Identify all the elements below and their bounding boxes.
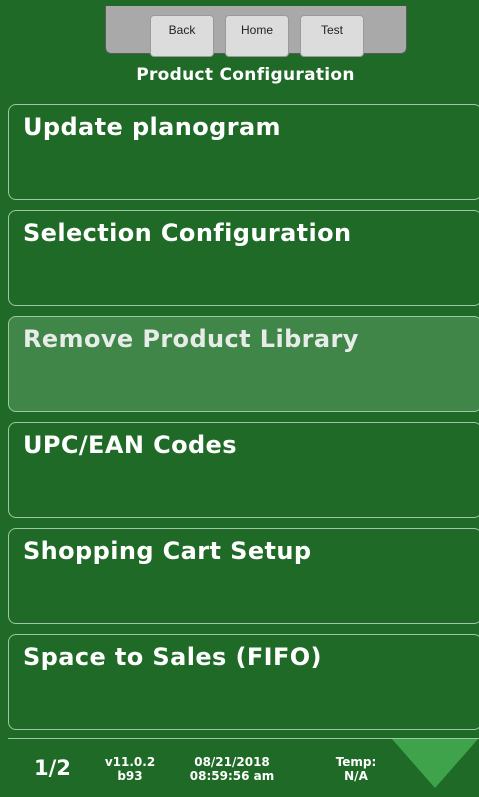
menu-item-shopping-cart-setup[interactable]: Shopping Cart Setup [8, 528, 479, 624]
menu-item-label: UPC/EAN Codes [23, 431, 237, 459]
menu-item-selection-configuration[interactable]: Selection Configuration [8, 210, 479, 306]
menu-item-label: Remove Product Library [23, 325, 359, 353]
next-page-triangle-down-icon[interactable] [392, 739, 478, 788]
page-indicator: 1/2 [34, 756, 71, 780]
version-label: v11.0.2 [104, 755, 156, 769]
status-footer: 1/2 v11.0.2 b93 08/21/2018 08:59:56 am T… [8, 738, 479, 797]
home-button[interactable]: Home [225, 15, 289, 57]
menu-item-update-planogram[interactable]: Update planogram [8, 104, 479, 200]
menu-item-label: Selection Configuration [23, 219, 352, 247]
temp-value: N/A [344, 769, 368, 783]
test-button[interactable]: Test [300, 15, 364, 57]
menu-item-label: Update planogram [23, 113, 281, 141]
menu-item-space-to-sales[interactable]: Space to Sales (FIFO) [8, 634, 479, 730]
menu-item-remove-product-library[interactable]: Remove Product Library [8, 316, 479, 412]
menu-item-upc-ean-codes[interactable]: UPC/EAN Codes [8, 422, 479, 518]
date-label: 08/21/2018 [194, 755, 270, 769]
menu-item-label: Shopping Cart Setup [23, 537, 312, 565]
time-label: 08:59:56 am [189, 769, 275, 783]
page-title: Product Configuration [136, 65, 355, 85]
back-button[interactable]: Back [150, 15, 214, 57]
menu-item-label: Space to Sales (FIFO) [23, 643, 322, 671]
build-label: b93 [117, 769, 143, 783]
temp-label: Temp: [335, 755, 377, 769]
